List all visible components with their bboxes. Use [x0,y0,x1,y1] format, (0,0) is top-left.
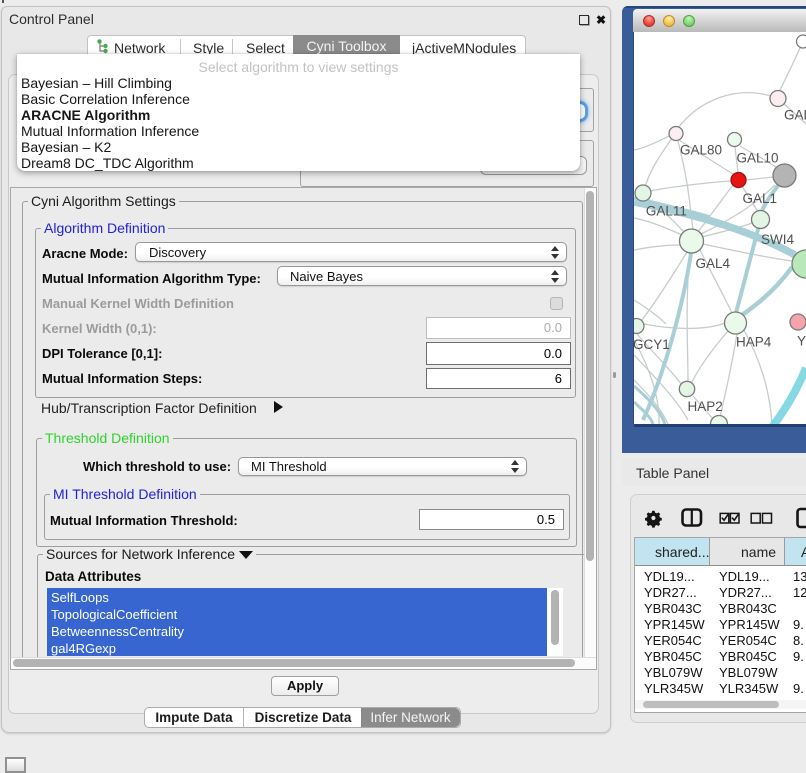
svg-text:GAL4: GAL4 [696,256,731,271]
svg-text:GCY1: GCY1 [634,337,670,352]
svg-text:GAL7: GAL7 [784,108,806,123]
svg-text:GAL80: GAL80 [680,143,722,158]
svg-text:Y: Y [797,334,806,349]
svg-text:HAP2: HAP2 [688,399,723,414]
svg-text:HAP4: HAP4 [736,335,772,350]
svg-text:GAL10: GAL10 [737,151,779,166]
svg-text:GAL1: GAL1 [743,191,778,206]
svg-text:SWI4: SWI4 [761,232,794,247]
svg-text:GAL11: GAL11 [646,204,687,219]
